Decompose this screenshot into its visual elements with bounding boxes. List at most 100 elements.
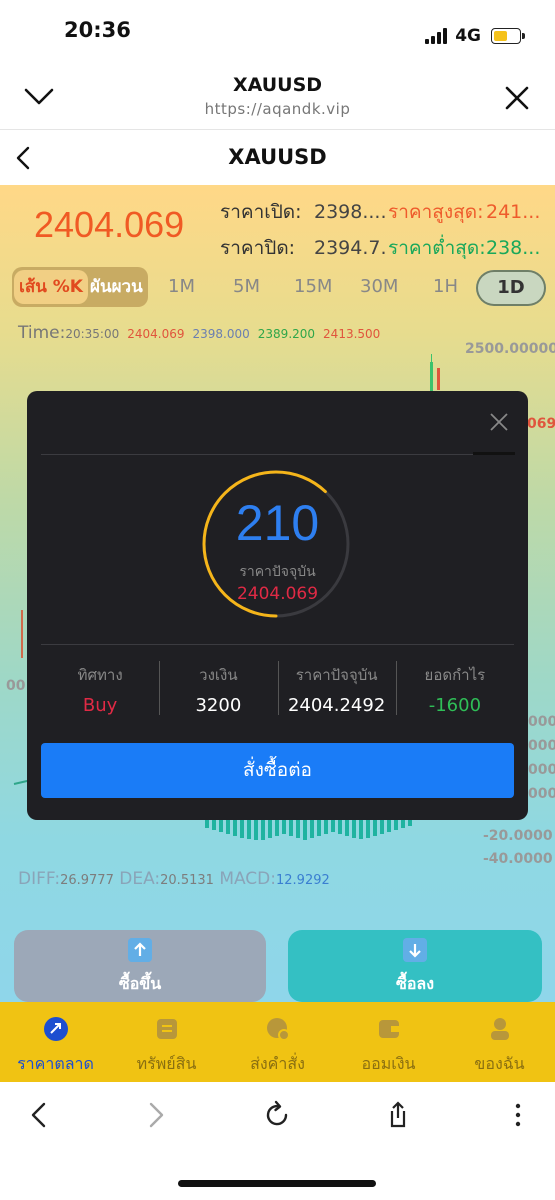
market-icon <box>43 1017 68 1041</box>
status-bar: 20:36 4G <box>0 0 555 62</box>
macd-label: MACD: <box>219 869 276 889</box>
amount-label: วงเงิน <box>199 666 238 684</box>
buy-up-button[interactable]: ซื้อขึ้น <box>14 930 266 1002</box>
order-info: ทิศทาง Buy วงเงิน 3200 ราคาปัจจุบัน 2404… <box>41 661 514 717</box>
modal-accent <box>473 452 515 455</box>
close-label: ราคาปิด: <box>220 237 296 259</box>
macd-axis-1: 0000 <box>528 714 555 730</box>
tab-savings[interactable]: ออมเงิน <box>333 1002 444 1082</box>
dea-label: DEA: <box>119 869 161 889</box>
tab-30m[interactable]: 30M <box>360 276 398 297</box>
direction-cell: ทิศทาง Buy <box>41 661 159 717</box>
tab-market[interactable]: ราคาตลาด <box>0 1002 111 1082</box>
bottom-tab-bar: ราคาตลาด ทรัพย์สิน ส่งคำสั่ง ออมเงิน ของ… <box>0 1002 555 1082</box>
tab-assets-label: ทรัพย์สิน <box>136 1054 197 1073</box>
tab-orders-label: ส่งคำสั่ง <box>250 1054 305 1073</box>
macd-axis-6: -40.0000 <box>483 851 553 867</box>
app-header: XAUUSD <box>0 131 555 185</box>
direction-label: ทิศทาง <box>77 666 123 684</box>
chart-mode-toggle[interactable]: เส้น %K ผันผวน <box>12 267 148 307</box>
axis-price-tag: 069 <box>527 416 555 432</box>
continue-order-button[interactable]: สั่งซื้อต่อ <box>41 743 514 798</box>
diff-value: 26.9777 <box>60 873 114 888</box>
current-price: 2404.069 <box>34 204 185 245</box>
tab-1d[interactable]: 1D <box>476 270 546 306</box>
buy-down-button[interactable]: ซื้อลง <box>288 930 542 1002</box>
macd-value: 12.9292 <box>276 873 330 888</box>
open-value: 2398.... <box>314 201 387 223</box>
savings-icon <box>378 1020 399 1038</box>
macd-axis-3: 0000 <box>528 762 555 778</box>
line-k-option[interactable]: เส้น %K <box>14 270 88 304</box>
profit-value: -1600 <box>428 695 482 716</box>
network-label: 4G <box>455 26 481 46</box>
time-value: 20:35:00 <box>65 327 120 341</box>
reload-icon[interactable] <box>262 1100 292 1130</box>
home-indicator <box>178 1180 376 1187</box>
dea-value: 20.5131 <box>160 873 214 888</box>
low-value: 238... <box>486 237 541 259</box>
tab-orders[interactable]: ส่งคำสั่ง <box>222 1002 333 1082</box>
low-label: ราคาต่ำสุด: <box>388 237 486 259</box>
browser-forward-icon[interactable] <box>141 1100 171 1130</box>
readout-2: 2398.000 <box>192 327 250 341</box>
tab-5m[interactable]: 5M <box>233 276 260 297</box>
tab-15m[interactable]: 15M <box>294 276 332 297</box>
status-time: 20:36 <box>64 18 131 42</box>
tab-profile-label: ของฉัน <box>474 1054 525 1073</box>
price-label: ราคาปัจจุบัน <box>295 666 378 684</box>
profit-label: ยอดกำไร <box>424 666 486 684</box>
tab-assets[interactable]: ทรัพย์สิน <box>111 1002 222 1082</box>
macd-readout: DIFF:26.9777 DEA:20.5131 MACD:12.9292 <box>18 869 330 889</box>
buy-down-label: ซื้อลง <box>395 974 435 993</box>
candle-option[interactable]: ผันผวน <box>90 270 143 304</box>
buy-up-label: ซื้อขึ้น <box>118 974 162 993</box>
amount-cell: วงเงิน 3200 <box>159 661 277 717</box>
price-value: 2404.2492 <box>287 695 386 716</box>
order-countdown-modal: 210 ราคาปัจจุบัน 2404.069 ทิศทาง Buy วงเ… <box>27 391 528 820</box>
tab-profile[interactable]: ของฉัน <box>444 1002 555 1082</box>
quote-grid: ราคาเปิด: 2398.... ราคาสูงสุด: 241... รา… <box>220 194 555 266</box>
tab-market-label: ราคาตลาด <box>17 1054 94 1073</box>
assets-icon <box>156 1019 177 1039</box>
signal-icon <box>425 28 448 44</box>
macd-axis-5: -20.0000 <box>483 828 553 844</box>
close-icon[interactable] <box>503 84 531 112</box>
macd-histogram <box>205 818 412 840</box>
modal-divider <box>41 644 514 645</box>
page-title: XAUUSD <box>228 145 327 169</box>
macd-axis-4: 0000 <box>528 786 555 802</box>
status-indicators: 4G <box>425 26 525 46</box>
high-value: 241... <box>486 201 541 223</box>
readout-1: 2404.069 <box>127 327 185 341</box>
high-label: ราคาสูงสุด: <box>388 201 484 223</box>
tab-savings-label: ออมเงิน <box>361 1054 416 1073</box>
tab-1h[interactable]: 1H <box>433 276 458 297</box>
price-cell: ราคาปัจจุบัน 2404.2492 <box>277 661 396 717</box>
macd-axis-2: 0000 <box>528 738 555 754</box>
countdown-value: 210 <box>235 495 320 551</box>
current-price-label: ราคาปัจจุบัน <box>239 564 316 580</box>
open-label: ราคาเปิด: <box>220 201 302 223</box>
readout-3: 2389.200 <box>257 327 316 341</box>
candle-2 <box>437 368 440 390</box>
current-price-value: 2404.069 <box>236 584 319 604</box>
arrow-down-icon <box>403 938 427 962</box>
amount-value: 3200 <box>195 695 242 716</box>
browser-back-icon[interactable] <box>24 1100 54 1130</box>
close-icon[interactable] <box>488 411 510 433</box>
close-value: 2394.7... <box>314 237 388 259</box>
browser-url: https://aqandk.vip <box>204 100 351 118</box>
tab-1m[interactable]: 1M <box>168 276 195 297</box>
browser-header: XAUUSD https://aqandk.vip <box>0 62 555 130</box>
arrow-up-icon <box>128 938 152 962</box>
modal-divider <box>41 454 514 455</box>
more-icon[interactable] <box>503 1100 533 1130</box>
readout-4: 2413.500 <box>323 327 381 341</box>
diff-label: DIFF: <box>18 869 61 889</box>
axis-top-label: 2500.00000 <box>465 341 555 357</box>
profit-cell: ยอดกำไร -1600 <box>395 661 514 717</box>
battery-icon <box>491 28 525 44</box>
browser-title: XAUUSD <box>232 74 323 96</box>
share-icon[interactable] <box>383 1100 413 1130</box>
